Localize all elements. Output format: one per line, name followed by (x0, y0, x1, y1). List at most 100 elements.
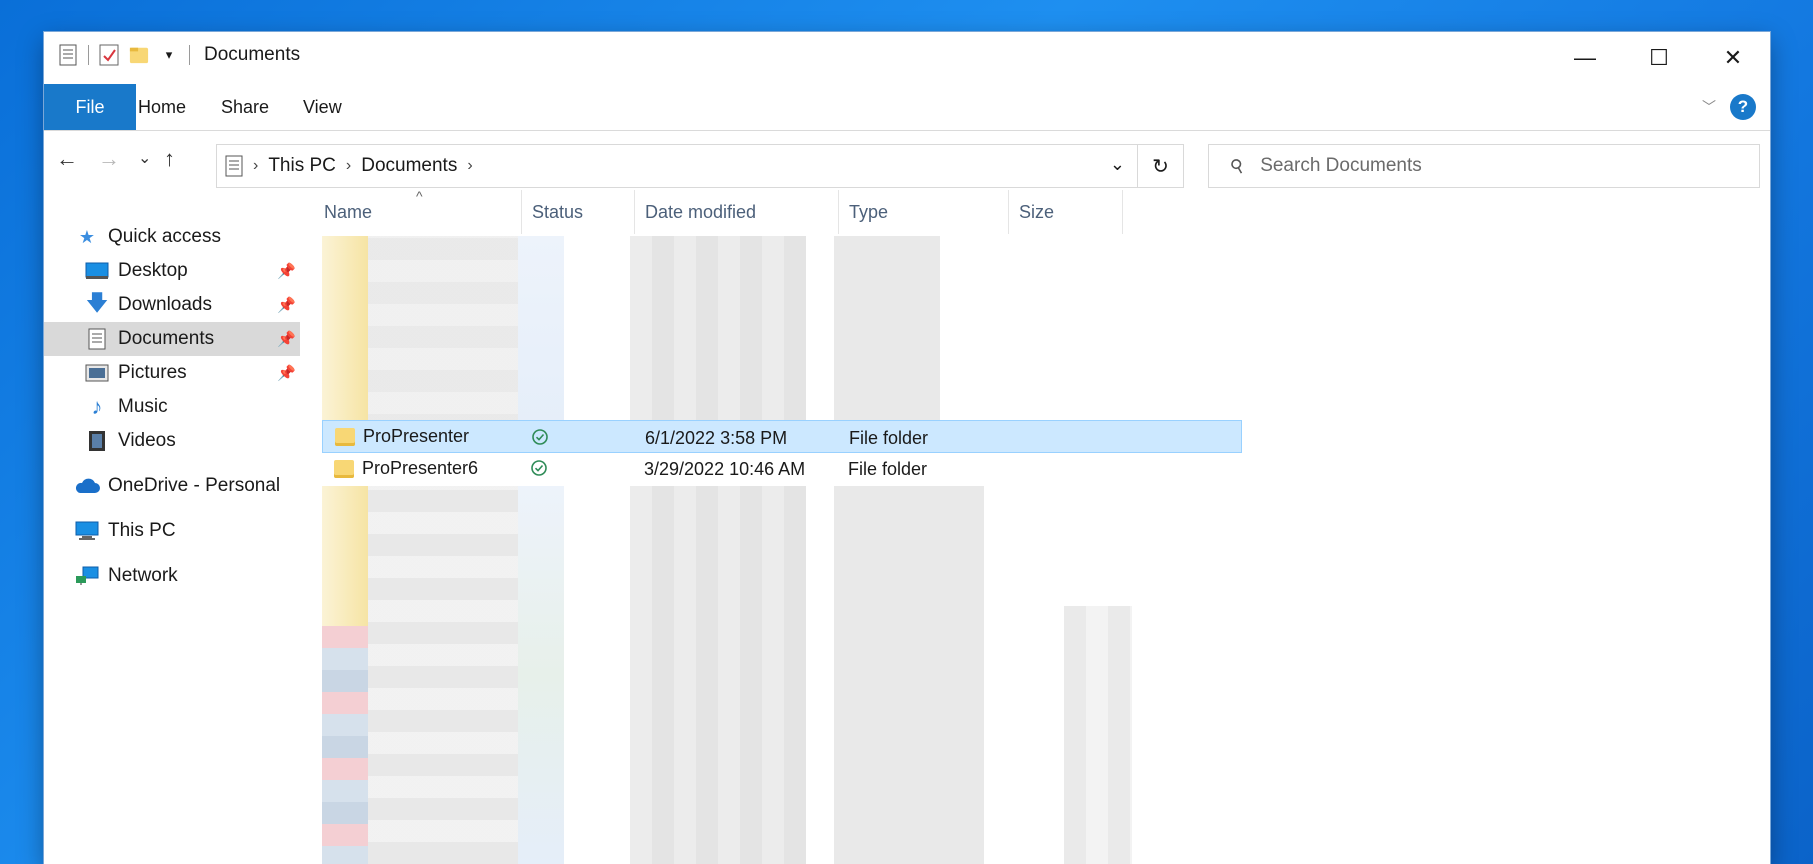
star-icon: ★ (78, 226, 96, 247)
column-header-label: Status (532, 201, 584, 222)
column-header-label: Date modified (645, 201, 757, 222)
address-history-dropdown-icon[interactable]: ⌄ (1110, 154, 1125, 175)
window-controls: — ☐ ✕ (1548, 32, 1770, 84)
file-list: Name ^ Status Date modified Type Size Pr… (314, 188, 1770, 864)
sidebar-item-onedrive[interactable]: OneDrive - Personal (44, 469, 300, 503)
file-name: ProPresenter6 (362, 458, 479, 478)
minimize-button[interactable]: — (1548, 32, 1622, 84)
documents-icon (84, 328, 110, 350)
refresh-button[interactable]: ↻ (1138, 144, 1184, 188)
sync-status-icon (531, 428, 549, 451)
sidebar-item-this-pc[interactable]: This PC (44, 514, 300, 548)
search-box[interactable]: ⚲ (1208, 144, 1760, 188)
breadcrumb-chevron-icon[interactable]: › (346, 157, 351, 175)
column-header-type[interactable]: Type (839, 190, 1009, 234)
sidebar-item-label: Quick access (108, 226, 221, 247)
pin-icon[interactable]: 📌 (277, 296, 296, 314)
checkmark-doc-icon[interactable] (99, 44, 119, 66)
navigation-pane: ★ Quick access Desktop 📌 🡇 Downloads 📌 D… (44, 190, 300, 864)
folder-icon (334, 459, 354, 478)
sidebar-item-label: Downloads (118, 294, 212, 315)
breadcrumb-this-pc[interactable]: This PC (268, 155, 336, 177)
videos-icon (84, 430, 110, 452)
music-icon: ♪ (91, 394, 103, 419)
file-type: File folder (849, 428, 929, 448)
file-explorer-window: ▾ Documents — ☐ ✕ File Home Share View ﹀… (44, 32, 1770, 864)
column-header-size[interactable]: Size (1009, 190, 1123, 234)
sidebar-item-music[interactable]: ♪ Music (44, 390, 300, 424)
sidebar-item-downloads[interactable]: 🡇 Downloads 📌 (44, 288, 300, 322)
sidebar-item-label: This PC (108, 520, 176, 541)
table-row[interactable]: ProPresenter 6/1/2022 3:58 PM File folde… (322, 420, 1242, 453)
column-header-label: Name (324, 201, 373, 222)
sync-status-icon (530, 459, 548, 482)
tab-share[interactable]: Share (221, 84, 269, 130)
breadcrumb-documents[interactable]: Documents (361, 155, 457, 177)
ribbon-right-controls: ﹀ ? (1702, 94, 1756, 120)
redacted-rows-top (322, 236, 1132, 436)
column-header-label: Size (1019, 201, 1055, 222)
column-header-date-modified[interactable]: Date modified (635, 190, 839, 234)
sidebar-item-label: Documents (118, 328, 215, 349)
sidebar-item-desktop[interactable]: Desktop 📌 (44, 254, 300, 288)
tab-view[interactable]: View (303, 84, 342, 130)
breadcrumb-chevron-icon[interactable]: › (467, 157, 472, 175)
pictures-icon (84, 364, 110, 382)
search-input[interactable] (1258, 154, 1733, 178)
title-bar: ▾ Documents — ☐ ✕ (44, 32, 1770, 84)
properties-icon[interactable] (58, 44, 78, 66)
date-modified: 6/1/2022 3:58 PM (645, 428, 788, 448)
download-icon: 🡇 (85, 290, 109, 315)
maximize-button[interactable]: ☐ (1622, 32, 1696, 84)
file-name: ProPresenter (363, 426, 470, 446)
pin-icon[interactable]: 📌 (277, 364, 296, 382)
sidebar-item-label: Desktop (118, 260, 188, 281)
up-arrow-icon[interactable]: ↑ (164, 146, 175, 172)
customize-qat-icon[interactable]: ▾ (159, 44, 179, 66)
documents-location-icon (225, 155, 243, 177)
sidebar-item-pictures[interactable]: Pictures 📌 (44, 356, 300, 390)
search-icon: ⚲ (1226, 153, 1249, 178)
column-header-label: Type (849, 201, 889, 222)
sidebar-item-videos[interactable]: Videos (44, 424, 300, 458)
sidebar-item-network[interactable]: Network (44, 559, 300, 593)
help-icon[interactable]: ? (1730, 94, 1756, 120)
tab-file[interactable]: File (44, 84, 136, 130)
pin-icon[interactable]: 📌 (277, 330, 296, 348)
column-header-status[interactable]: Status (522, 190, 635, 234)
navigation-bar: ← → ⌄ ↑ › This PC › Documents › ⌄ ↻ ⚲ (44, 130, 1770, 190)
close-button[interactable]: ✕ (1696, 32, 1770, 84)
redacted-rows-bottom (322, 486, 1142, 864)
address-bar[interactable]: › This PC › Documents › ⌄ (216, 144, 1138, 188)
desktop-icon (84, 262, 110, 280)
table-row[interactable]: ProPresenter6 3/29/2022 10:46 AM File fo… (322, 452, 1242, 485)
recent-locations-icon[interactable]: ⌄ (138, 148, 151, 168)
sidebar-item-label: Network (108, 565, 178, 586)
pin-icon[interactable]: 📌 (277, 262, 296, 280)
sidebar-item-label: OneDrive - Personal (108, 475, 281, 496)
column-header-name[interactable]: Name ^ (314, 188, 522, 234)
sidebar-item-label: Music (118, 396, 168, 417)
expand-ribbon-icon[interactable]: ﹀ (1702, 97, 1716, 117)
qat-separator (189, 45, 190, 65)
date-modified: 3/29/2022 10:46 AM (644, 459, 806, 479)
forward-arrow-icon[interactable]: → (98, 146, 120, 172)
tab-home[interactable]: Home (138, 84, 186, 130)
back-arrow-icon[interactable]: ← (56, 146, 78, 172)
new-folder-icon[interactable] (129, 44, 149, 66)
ribbon-tabs: File Home Share View ﹀ ? (44, 84, 1770, 131)
network-icon (74, 566, 100, 586)
sidebar-item-label: Videos (118, 430, 176, 451)
sidebar-item-label: Pictures (118, 362, 187, 383)
qat-separator (88, 45, 89, 65)
file-type: File folder (848, 459, 928, 479)
sidebar-item-documents[interactable]: Documents 📌 (44, 322, 300, 356)
breadcrumb-chevron-icon[interactable]: › (253, 157, 258, 175)
computer-icon (74, 521, 100, 541)
sidebar-item-quick-access[interactable]: ★ Quick access (44, 220, 300, 254)
folder-icon (335, 427, 355, 446)
cloud-icon (74, 478, 100, 494)
quick-access-toolbar: ▾ Documents (58, 44, 300, 66)
window-title: Documents (204, 44, 301, 65)
sort-ascending-icon: ^ (416, 188, 423, 204)
